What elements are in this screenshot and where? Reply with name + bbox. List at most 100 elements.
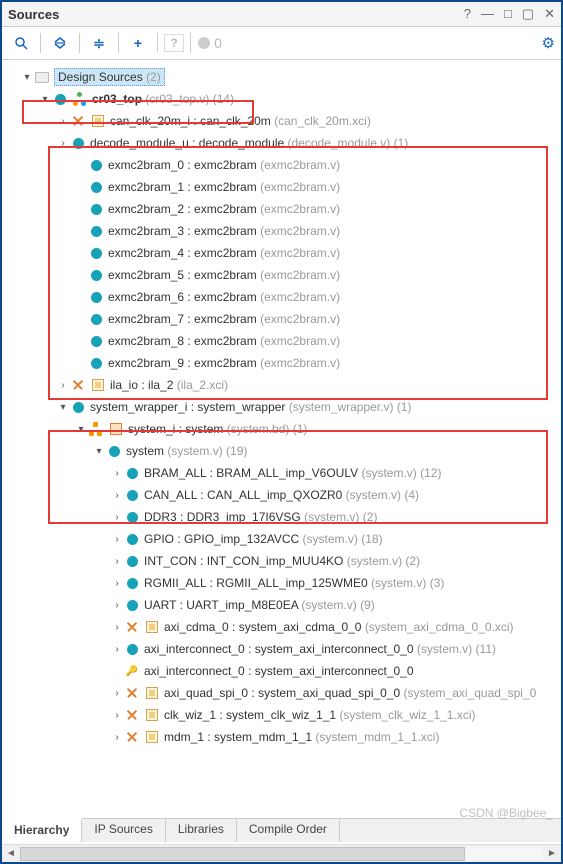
tree-item-sys-6[interactable]: ›UART : UART_imp_M8E0EA (system.v) (9) — [6, 594, 561, 616]
missing-icon — [70, 377, 86, 393]
scroll-thumb[interactable] — [20, 847, 465, 861]
expand-arrow[interactable]: › — [110, 534, 124, 545]
bd-icon — [108, 421, 124, 437]
tree-item-exmc-8[interactable]: ›exmc2bram_8 : exmc2bram (exmc2bram.v) — [6, 330, 561, 352]
tree-item-sys-5[interactable]: ›RGMII_ALL : RGMII_ALL_imp_125WME0 (syst… — [6, 572, 561, 594]
float-icon[interactable]: ▢ — [522, 6, 534, 22]
module-icon — [88, 355, 104, 371]
expand-arrow[interactable]: ▾ — [38, 94, 52, 105]
expand-arrow[interactable]: › — [110, 600, 124, 611]
missing-icon — [124, 729, 140, 745]
expand-arrow[interactable]: › — [56, 116, 70, 127]
expand-icon[interactable]: ≑ — [86, 31, 112, 55]
tree-item-exmc-5[interactable]: ›exmc2bram_5 : exmc2bram (exmc2bram.v) — [6, 264, 561, 286]
tree-item-sys-11[interactable]: ›clk_wiz_1 : system_clk_wiz_1_1 (system_… — [6, 704, 561, 726]
tab-compile-order[interactable]: Compile Order — [237, 819, 340, 842]
module-icon — [88, 289, 104, 305]
module-icon — [106, 443, 122, 459]
module-icon — [88, 311, 104, 327]
tree-item-system-i[interactable]: ▾ system_i : system (system.bd) (1) — [6, 418, 561, 440]
messages-icon: 0 — [197, 31, 223, 55]
module-icon — [124, 487, 140, 503]
tree-item-exmc-6[interactable]: ›exmc2bram_6 : exmc2bram (exmc2bram.v) — [6, 286, 561, 308]
module-icon — [70, 135, 86, 151]
titlebar: Sources ? — □ ▢ ✕ — [2, 2, 561, 27]
tree-item-sys-3[interactable]: ›GPIO : GPIO_imp_132AVCC (system.v) (18) — [6, 528, 561, 550]
module-icon — [88, 201, 104, 217]
module-icon — [88, 179, 104, 195]
tree-item-can-clk[interactable]: › can_clk_20m_i : can_clk_20m (can_clk_2… — [6, 110, 561, 132]
expand-arrow[interactable]: › — [110, 622, 124, 633]
tab-libraries[interactable]: Libraries — [166, 819, 237, 842]
tree-item-exmc-4[interactable]: ›exmc2bram_4 : exmc2bram (exmc2bram.v) — [6, 242, 561, 264]
module-icon — [124, 641, 140, 657]
tab-hierarchy[interactable]: Hierarchy — [2, 818, 82, 842]
ip-icon — [90, 113, 106, 129]
tree-scroll[interactable]: ▾ Design Sources (2) ▾ cr03_top (cr03_to… — [2, 62, 561, 822]
tree-item-sys-8[interactable]: ›axi_interconnect_0 : system_axi_interco… — [6, 638, 561, 660]
ip-icon — [90, 377, 106, 393]
collapse-icon[interactable] — [47, 31, 73, 55]
module-icon — [70, 399, 86, 415]
module-icon — [88, 223, 104, 239]
tree-item-system[interactable]: ▾ system (system.v) (19) — [6, 440, 561, 462]
expand-arrow[interactable]: › — [110, 688, 124, 699]
expand-arrow[interactable]: › — [56, 380, 70, 391]
tree-item-exmc-1[interactable]: ›exmc2bram_1 : exmc2bram (exmc2bram.v) — [6, 176, 561, 198]
horizontal-scrollbar[interactable]: ◄ ► — [2, 844, 561, 862]
module-icon — [88, 267, 104, 283]
module-icon — [88, 245, 104, 261]
expand-arrow[interactable]: › — [110, 490, 124, 501]
tree-item-sys-0[interactable]: ›BRAM_ALL : BRAM_ALL_imp_V6OULV (system.… — [6, 462, 561, 484]
tree-item-exmc-3[interactable]: ›exmc2bram_3 : exmc2bram (exmc2bram.v) — [6, 220, 561, 242]
help-icon[interactable]: ? — [464, 6, 471, 22]
expand-arrow[interactable]: › — [110, 644, 124, 655]
tree-item-decode-module[interactable]: › decode_module_u : decode_module (decod… — [6, 132, 561, 154]
expand-arrow[interactable]: ▾ — [20, 72, 34, 83]
tree-item-sys-12[interactable]: ›mdm_1 : system_mdm_1_1 (system_mdm_1_1.… — [6, 726, 561, 748]
expand-arrow[interactable]: › — [56, 138, 70, 149]
expand-arrow[interactable]: › — [110, 710, 124, 721]
ip-icon — [144, 707, 160, 723]
tree-item-exmc-7[interactable]: ›exmc2bram_7 : exmc2bram (exmc2bram.v) — [6, 308, 561, 330]
expand-arrow[interactable]: › — [110, 578, 124, 589]
minimize-icon[interactable]: — — [481, 6, 494, 22]
search-icon[interactable] — [8, 31, 34, 55]
expand-arrow[interactable]: › — [110, 732, 124, 743]
tree-item-sys-7[interactable]: ›axi_cdma_0 : system_axi_cdma_0_0 (syste… — [6, 616, 561, 638]
tree-item-sys-9[interactable]: ›🔑axi_interconnect_0 : system_axi_interc… — [6, 660, 561, 682]
expand-arrow[interactable]: ▾ — [74, 424, 88, 435]
scroll-left-icon[interactable]: ◄ — [2, 846, 20, 862]
tree-item-sys-1[interactable]: ›CAN_ALL : CAN_ALL_imp_QXOZR0 (system.v)… — [6, 484, 561, 506]
close-icon[interactable]: ✕ — [544, 6, 555, 22]
tree-item-exmc-0[interactable]: ›exmc2bram_0 : exmc2bram (exmc2bram.v) — [6, 154, 561, 176]
tree-item-system-wrapper[interactable]: ▾ system_wrapper_i : system_wrapper (sys… — [6, 396, 561, 418]
module-icon — [124, 553, 140, 569]
settings-icon[interactable]: ⚙ — [542, 34, 555, 52]
tree-item-ila[interactable]: › ila_io : ila_2 (ila_2.xci) — [6, 374, 561, 396]
add-icon[interactable]: + — [125, 31, 151, 55]
tree-item-sys-10[interactable]: ›axi_quad_spi_0 : system_axi_quad_spi_0_… — [6, 682, 561, 704]
expand-arrow[interactable]: › — [110, 468, 124, 479]
expand-arrow[interactable]: › — [110, 556, 124, 567]
bottom-tabs: Hierarchy IP Sources Libraries Compile O… — [2, 818, 561, 842]
tree-item-sys-2[interactable]: ›DDR3 : DDR3_imp_17I6VSG (system.v) (2) — [6, 506, 561, 528]
tree-item-exmc-2[interactable]: ›exmc2bram_2 : exmc2bram (exmc2bram.v) — [6, 198, 561, 220]
expand-arrow[interactable]: ▾ — [56, 402, 70, 413]
expand-arrow[interactable]: › — [110, 512, 124, 523]
maximize-icon[interactable]: □ — [504, 6, 512, 22]
missing-icon — [124, 619, 140, 635]
tree-item-cr03-top[interactable]: ▾ cr03_top (cr03_top.v) (14) — [6, 88, 561, 110]
folder-icon — [34, 69, 50, 85]
tab-ip-sources[interactable]: IP Sources — [82, 819, 165, 842]
expand-arrow[interactable]: ▾ — [92, 446, 106, 457]
scroll-track[interactable] — [20, 847, 543, 861]
hierarchy-icon — [72, 91, 88, 107]
ip-icon — [144, 619, 160, 635]
tree-item-sys-4[interactable]: ›INT_CON : INT_CON_imp_MUU4KO (system.v)… — [6, 550, 561, 572]
tree-item-exmc-9[interactable]: ›exmc2bram_9 : exmc2bram (exmc2bram.v) — [6, 352, 561, 374]
scroll-right-icon[interactable]: ► — [543, 846, 561, 862]
bd-hier-icon — [88, 421, 104, 437]
tree-root-design-sources[interactable]: ▾ Design Sources (2) — [6, 66, 561, 88]
module-icon — [124, 465, 140, 481]
